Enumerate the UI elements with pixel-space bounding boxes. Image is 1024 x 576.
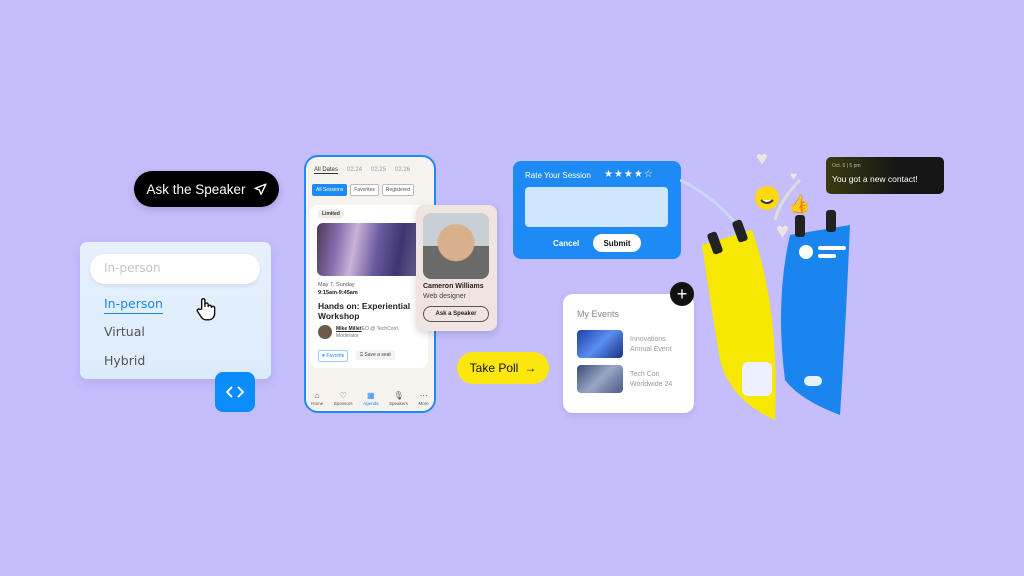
event-item[interactable]: Innovations Annual Event	[630, 335, 672, 355]
favorite-button[interactable]: ♥ Favorite	[318, 350, 349, 362]
badge-logo-icon	[742, 362, 772, 396]
sponsors-icon: ♡	[339, 390, 347, 400]
my-events-card: My Events Innovations Annual Event Tech …	[563, 294, 694, 413]
badge-clip	[826, 210, 836, 232]
option-in-person[interactable]: In-person	[104, 296, 163, 314]
tab-speakers[interactable]: 🎙 Speakers	[389, 391, 408, 406]
date-tab-0225[interactable]: 02.25	[371, 167, 386, 174]
submit-button[interactable]: Submit	[593, 234, 641, 252]
tab-agenda[interactable]: ▦ Agenda	[363, 391, 379, 406]
option-hybrid[interactable]: Hybrid	[104, 353, 145, 368]
date-tab-0224[interactable]: 02.24	[347, 167, 362, 174]
heart-icon: ♥	[790, 169, 797, 183]
speaker-role: Web designer	[423, 293, 467, 300]
speaker-card: Cameron Williams Web designer Ask a Spea…	[416, 205, 497, 331]
heart-icon: ♥	[776, 218, 789, 243]
session-card[interactable]: Limited May 7, Sunday 9:15am-9:45am Hand…	[310, 205, 428, 368]
heart-icon: ♥	[756, 148, 768, 170]
cancel-button[interactable]: Cancel	[553, 239, 579, 248]
laughing-emoji-icon	[755, 186, 779, 210]
option-virtual[interactable]: Virtual	[104, 324, 145, 339]
session-title: Hands on: Experiential Workshop	[318, 301, 411, 321]
filter-all-sessions[interactable]: All Sessions	[312, 184, 348, 196]
ask-speaker-label: Ask the Speaker	[146, 181, 246, 197]
save-seat-label: Save a seat	[364, 352, 391, 358]
avatar-dot	[799, 245, 813, 259]
date-tabs: All Dates 02.24 02.25 02.26	[314, 167, 410, 174]
speaker-name: Cameron Williams	[423, 283, 484, 290]
attendance-input[interactable]: In-person	[90, 254, 260, 284]
blue-badge	[781, 225, 850, 415]
event-name-line2: Worldwide 24	[630, 381, 673, 388]
moderator-role: CEO @ TechConf,	[358, 326, 400, 332]
badge-clip	[795, 215, 805, 237]
event-item[interactable]: Tech Con Worldwide 24	[630, 370, 672, 390]
tab-home[interactable]: ⌂ Home	[311, 391, 323, 406]
date-tab-0226[interactable]: 02.26	[395, 167, 410, 174]
speaker-photo	[423, 213, 489, 279]
favorite-label: Favorite	[326, 353, 345, 359]
home-icon: ⌂	[314, 390, 320, 400]
session-filters: All Sessions Favorites Registered	[312, 184, 414, 196]
limited-badge: Limited	[318, 209, 344, 219]
tab-home-label: Home	[311, 400, 324, 406]
take-poll-label: Take Poll	[469, 361, 519, 375]
tab-agenda-label: Agenda	[363, 400, 379, 406]
event-name-line2: Annual Event	[630, 346, 672, 353]
microphone-icon: 🎙	[393, 390, 404, 400]
code-icon	[225, 386, 245, 398]
send-icon	[253, 182, 267, 195]
rate-title: Rate Your Session	[525, 171, 591, 180]
hand-cursor-icon	[196, 298, 216, 321]
filter-registered[interactable]: Registered	[381, 184, 414, 196]
notification-time: Oct. 6 | 5 pm	[832, 163, 861, 169]
my-events-title: My Events	[577, 309, 620, 319]
lanyard	[680, 178, 742, 231]
tab-more[interactable]: ⋯ More	[418, 391, 428, 406]
emoji-mouth	[760, 199, 774, 204]
tab-speakers-label: Speakers	[389, 400, 409, 406]
notification-message: You got a new contact!	[832, 174, 918, 184]
arrow-right-icon: →	[524, 361, 537, 375]
filter-favorites[interactable]: Favorites	[350, 184, 379, 196]
ask-the-speaker-button[interactable]: Ask the Speaker	[134, 171, 279, 207]
tab-sponsors-label: Sponsors	[333, 400, 353, 406]
date-tab-all[interactable]: All Dates	[314, 167, 339, 174]
event-thumbnail[interactable]	[577, 365, 623, 393]
thumbs-up-icon: 👍	[788, 193, 810, 214]
moderator-avatar	[318, 325, 332, 339]
feedback-textarea[interactable]	[525, 187, 668, 227]
attendance-type-dropdown: In-person In-person Virtual Hybrid	[80, 242, 271, 379]
new-contact-notification[interactable]: Oct. 6 | 5 pm You got a new contact!	[826, 157, 944, 194]
session-photo	[317, 223, 425, 276]
save-seat-button[interactable]: ⍓ Save a seat	[356, 350, 395, 360]
moderator-subtitle: Moderator	[336, 333, 359, 339]
session-date: May 7, Sunday	[318, 282, 355, 288]
event-name-line1: Innovations	[630, 336, 666, 343]
more-icon: ⋯	[419, 390, 428, 400]
tab-more-label: More	[418, 400, 429, 406]
star-rating[interactable]: ★★★★☆	[604, 169, 654, 180]
bottom-tab-bar: ⌂ Home ♡ Sponsors ▦ Agenda 🎙 Speakers ⋯ More	[306, 385, 434, 411]
code-button[interactable]	[215, 372, 255, 412]
rate-session-card: Rate Your Session ★★★★☆ Cancel Submit	[513, 161, 681, 259]
event-name-line1: Tech Con	[630, 371, 660, 378]
take-poll-button[interactable]: Take Poll →	[457, 352, 549, 384]
badge-chip	[804, 376, 822, 386]
text-line	[818, 254, 836, 258]
tab-sponsors[interactable]: ♡ Sponsors	[334, 391, 353, 406]
session-time: 9:15am-9:45am	[318, 290, 358, 296]
ask-a-speaker-button[interactable]: Ask a Speaker	[423, 306, 489, 322]
text-line	[818, 246, 846, 250]
agenda-icon: ▦	[367, 390, 375, 400]
event-thumbnail[interactable]	[577, 330, 623, 358]
